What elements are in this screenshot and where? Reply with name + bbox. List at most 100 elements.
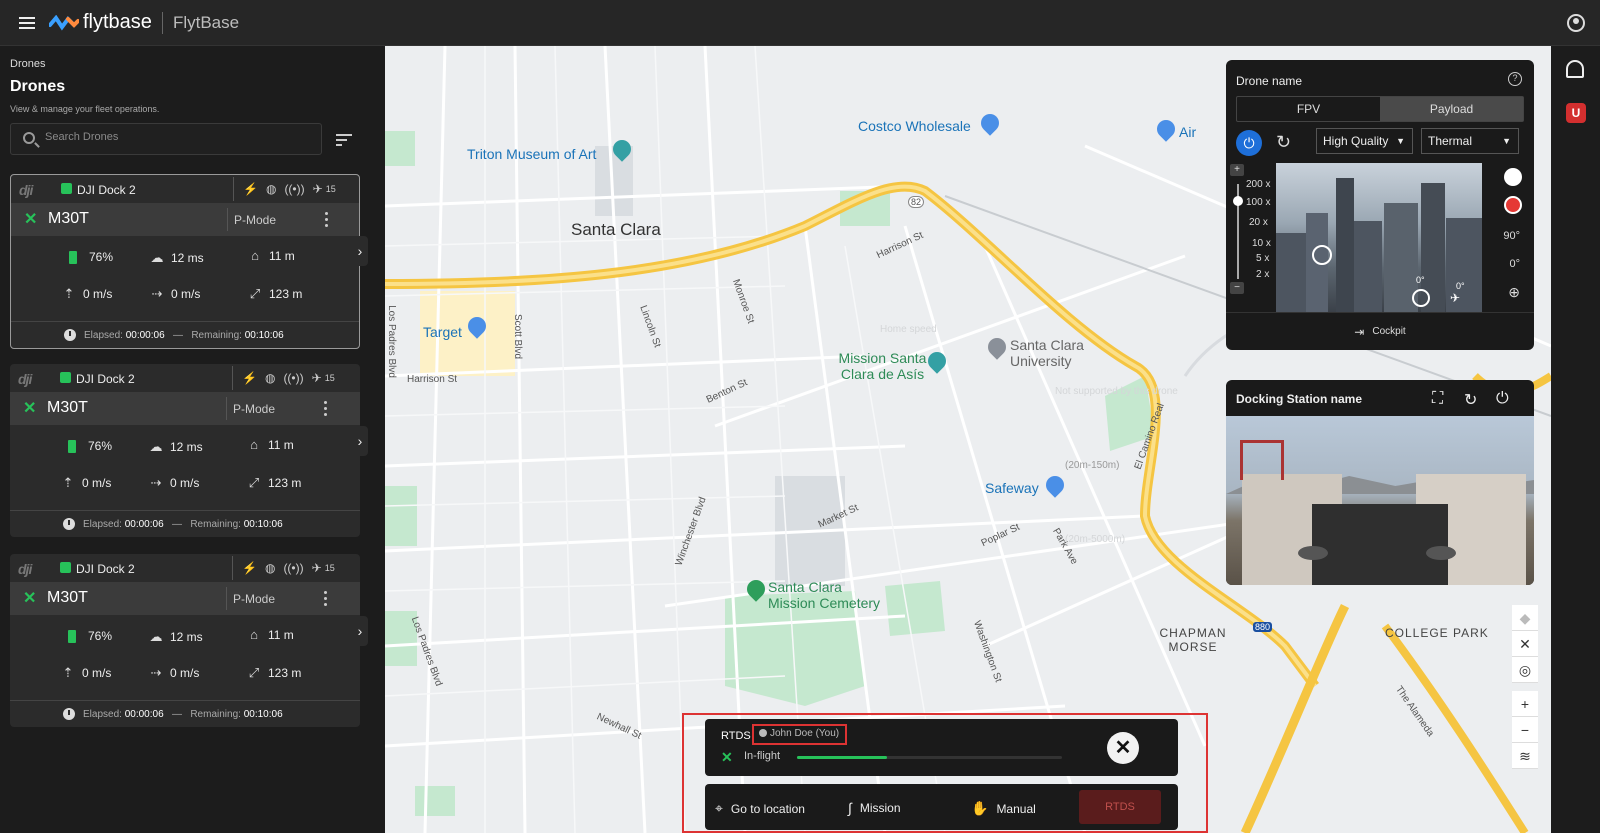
drone-icon: ✕ [721,749,733,765]
route-icon: ∫ [848,800,852,816]
zoom-in-button[interactable]: + [1230,164,1244,176]
crosshair-icon [1312,245,1332,265]
locate-icon[interactable]: ◎ [1512,657,1538,683]
card-drone-row: ✕ M30T P-Mode [11,203,359,236]
close-button[interactable]: ✕ [1107,732,1139,764]
separator-dash: — [171,519,182,530]
zoom-level[interactable]: 20 x [1249,217,1268,228]
battery-icon [68,629,76,643]
zoom-out-icon[interactable]: − [1512,717,1538,743]
drone-card[interactable]: dji DJI Dock 2 ⚡ ◍ ((•)) ✈ 15 ✕ M30T P-M… [10,554,360,727]
quality-select[interactable]: High Quality [1316,128,1413,154]
altitude-stat: ⤢ 123 m [246,665,302,681]
status-icons: ⚡ ◍ ((•)) ✈ 15 [242,371,335,385]
account-icon[interactable] [1567,14,1585,32]
app-title: FlytBase [172,12,240,32]
globe-icon: ◍ [265,182,277,196]
gimbal-dial-icon[interactable] [1412,289,1430,307]
power-icon[interactable]: ⏻ [1236,130,1262,156]
fullscreen-icon[interactable]: ⛶ [1432,390,1443,408]
action-bar: ⌖ Go to location ∫ Mission ✋ Manual RTDS [705,784,1178,830]
menu-icon[interactable] [19,16,35,29]
altitude-value: 123 m [269,287,303,301]
help-icon[interactable]: ? [1508,72,1522,86]
satellite-icon: ✈ [311,561,322,575]
power-icon[interactable]: ⏻ [1496,390,1509,408]
flight-progress-fill [797,756,888,759]
capture-photo-button[interactable] [1504,168,1522,186]
drone-card[interactable]: dji DJI Dock 2 ⚡ ◍ ((•)) ✈ 15 ✕ M30T P-M… [10,174,360,349]
more-options-icon[interactable] [324,591,327,606]
zoom-level[interactable]: 5 x [1256,253,1269,264]
manual-button[interactable]: ✋ Manual [971,800,1036,817]
breadcrumb[interactable]: Drones [10,58,45,70]
record-button[interactable] [1504,196,1522,214]
signal-icon: ((•)) [284,182,305,196]
gimbal-0-button[interactable]: 0° [1509,258,1520,270]
search-input[interactable] [45,131,305,143]
more-options-icon[interactable] [325,212,328,227]
divider [161,11,163,34]
zoom-level[interactable]: 10 x [1252,238,1271,249]
3d-view-icon[interactable]: ◆ [1512,605,1538,631]
refresh-icon[interactable]: ↻ [1276,132,1291,153]
zoom-in-icon[interactable]: + [1512,691,1538,717]
more-options-icon[interactable] [324,401,327,416]
battery-value: 76% [88,629,113,643]
flytbase-logo-icon [49,14,79,30]
battery-value: 76% [88,439,113,453]
cloud-icon: ☁ [150,250,164,265]
divider [232,366,233,390]
gimbal-90-button[interactable]: 90° [1503,230,1520,242]
elapsed-label: Elapsed: [83,519,122,530]
map-label-target: Target [423,324,462,340]
zoom-level[interactable]: 2 x [1256,269,1269,280]
drone-card[interactable]: dji DJI Dock 2 ⚡ ◍ ((•)) ✈ 15 ✕ M30T P-M… [10,364,360,537]
zoom-handle[interactable] [1233,196,1243,206]
horizontal-speed-stat: ⇢ 0 m/s [148,665,200,681]
alarm-icon[interactable] [1566,60,1584,78]
latency-stat: ☁ 12 ms [148,439,203,455]
dock-video-feed[interactable] [1226,416,1534,585]
rtds-title: RTDS [721,730,751,742]
zoom-level[interactable]: 200 x [1246,179,1270,190]
expand-card-chevron-icon[interactable]: › [352,616,368,646]
payload-video-feed[interactable]: 0° 0° ✈ [1276,163,1482,313]
expand-card-chevron-icon[interactable]: › [352,426,368,456]
card-header: dji DJI Dock 2 ⚡ ◍ ((•)) ✈ 15 [11,175,359,203]
drone-focus-icon[interactable]: ✕ [1512,631,1538,657]
latency-value: 12 ms [170,440,203,454]
flight-mode: P-Mode [233,592,276,606]
tab-payload[interactable]: Payload [1380,97,1523,121]
street-los-padres: Los Padres Blvd [385,305,397,378]
lens-select[interactable]: Thermal [1421,128,1519,154]
tab-fpv[interactable]: FPV [1237,97,1380,121]
zoom-level[interactable]: 100 x [1246,197,1270,208]
brand-word: flytbase [83,11,152,33]
gimbal-center-icon[interactable]: ⊕ [1508,284,1520,301]
sort-filter-icon[interactable] [336,134,352,146]
expand-card-chevron-icon[interactable]: › [352,236,368,266]
remaining-label: Remaining: [190,709,241,720]
horizontal-speed-value: 0 m/s [170,666,200,680]
elapsed-value: 00:00:06 [124,709,164,720]
dock-icon [61,183,72,194]
satellite-icon: ✈ [311,371,322,385]
rtds-button[interactable]: RTDS [1079,790,1161,824]
layers-icon[interactable]: ≋ [1512,743,1538,769]
telemetry: 76% ☁ 12 ms ⌂ 11 m ⇡ 0 m/s ⇢ 0 m/s ⤢ 123 m [10,615,360,700]
cockpit-button[interactable]: ⇥ Cockpit [1226,312,1534,350]
remaining-label: Remaining: [190,519,241,530]
app-badge-icon[interactable]: U [1566,103,1586,123]
satellite-count: 15 [324,563,335,573]
refresh-icon[interactable]: ↻ [1464,390,1477,410]
separator-dash: — [171,709,182,720]
flight-mode: P-Mode [234,213,277,227]
zoom-out-button[interactable]: − [1230,282,1244,294]
search-box[interactable] [10,123,322,155]
altitude-value: 123 m [268,476,302,490]
mission-button[interactable]: ∫ Mission [848,800,901,816]
go-to-location-button[interactable]: ⌖ Go to location [715,800,805,817]
latency-stat: ☁ 12 ms [149,250,204,266]
map-label-santa-clara: Santa Clara [571,220,661,239]
